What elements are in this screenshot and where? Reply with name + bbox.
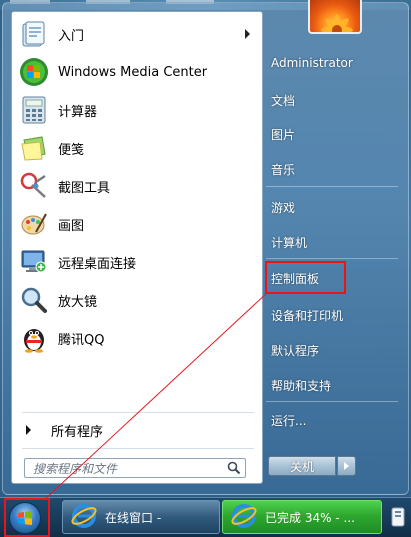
program-item-sticky-notes[interactable]: 便笺 [16, 130, 258, 166]
help-and-support-link[interactable]: 帮助和支持 [271, 377, 331, 397]
documents-link[interactable]: 文档 [271, 92, 295, 112]
start-button-highlight-box [4, 498, 50, 537]
program-item-snipping-tool[interactable]: 截图工具 [16, 168, 258, 204]
tray-app-icon[interactable] [384, 500, 411, 534]
program-label: 画图 [58, 218, 85, 234]
calculator-icon [18, 94, 50, 126]
program-label: 入门 [58, 28, 85, 44]
chevron-right-icon [344, 462, 349, 470]
start-search-box[interactable] [24, 458, 246, 478]
program-item-calculator[interactable]: 计算器 [16, 92, 258, 128]
program-item-windows-media-center[interactable]: Windows Media Center [16, 54, 258, 90]
right-pane-separator [266, 186, 398, 187]
program-label: 远程桌面连接 [58, 256, 137, 272]
taskbar-button-label: 在线窗口 - [105, 510, 162, 525]
program-item-qq[interactable]: 腾讯QQ [16, 320, 258, 356]
program-item-getting-started[interactable]: 入门 [16, 16, 258, 52]
program-label: Windows Media Center [58, 64, 208, 80]
run-link[interactable]: 运行... [271, 412, 306, 432]
sticky-notes-icon [18, 132, 50, 164]
magnifier-icon [18, 284, 50, 316]
qq-penguin-icon [18, 322, 50, 354]
taskbar-button-label: 已完成 34% - ... [265, 510, 355, 525]
program-label: 便笺 [58, 142, 85, 158]
program-label: 截图工具 [58, 180, 111, 196]
all-programs-label: 所有程序 [51, 424, 104, 440]
program-item-magnifier[interactable]: 放大镜 [16, 282, 258, 318]
remote-desktop-icon [18, 246, 50, 278]
internet-explorer-icon [71, 503, 97, 532]
user-name-link[interactable]: Administrator [271, 56, 353, 76]
program-label: 腾讯QQ [58, 332, 105, 348]
taskbar-button-ie-window[interactable]: 在线窗口 - [62, 500, 220, 534]
program-item-paint[interactable]: 画图 [16, 206, 258, 242]
snipping-tool-icon [18, 170, 50, 202]
right-pane-separator [266, 258, 398, 259]
paint-icon [18, 208, 50, 240]
menu-separator [22, 448, 254, 449]
shutdown-label: 关机 [289, 459, 314, 474]
program-label: 放大镜 [58, 294, 98, 310]
devices-and-printers-link[interactable]: 设备和打印机 [271, 307, 343, 327]
flower-picture-icon [321, 14, 353, 32]
control-panel-highlight-box [265, 261, 346, 294]
start-menu-programs-pane: 入门 Windows Media Center 计算器 便笺 截图工具 画图 远… [11, 11, 263, 484]
right-pane-separator [266, 401, 398, 402]
windows-media-center-icon [18, 56, 50, 88]
getting-started-icon [18, 18, 50, 50]
search-icon[interactable] [227, 461, 241, 475]
desktop: 入门 Windows Media Center 计算器 便笺 截图工具 画图 远… [0, 0, 411, 537]
user-account-picture[interactable] [308, 0, 362, 34]
menu-separator [22, 412, 254, 413]
computer-link[interactable]: 计算机 [271, 234, 307, 254]
program-item-remote-desktop[interactable]: 远程桌面连接 [16, 244, 258, 280]
games-link[interactable]: 游戏 [271, 199, 295, 219]
default-programs-link[interactable]: 默认程序 [271, 342, 319, 362]
music-link[interactable]: 音乐 [271, 161, 295, 181]
search-input[interactable] [31, 461, 225, 477]
shutdown-button[interactable]: 关机 [268, 456, 336, 476]
expand-arrow-icon [26, 425, 31, 435]
all-programs-button[interactable]: 所有程序 [16, 418, 258, 442]
internet-explorer-icon [231, 503, 257, 532]
shutdown-options-button[interactable] [337, 456, 356, 476]
pictures-link[interactable]: 图片 [271, 126, 295, 146]
program-label: 计算器 [58, 104, 98, 120]
submenu-arrow-icon [245, 29, 250, 39]
taskbar-button-download-progress[interactable]: 已完成 34% - ... [222, 500, 382, 534]
